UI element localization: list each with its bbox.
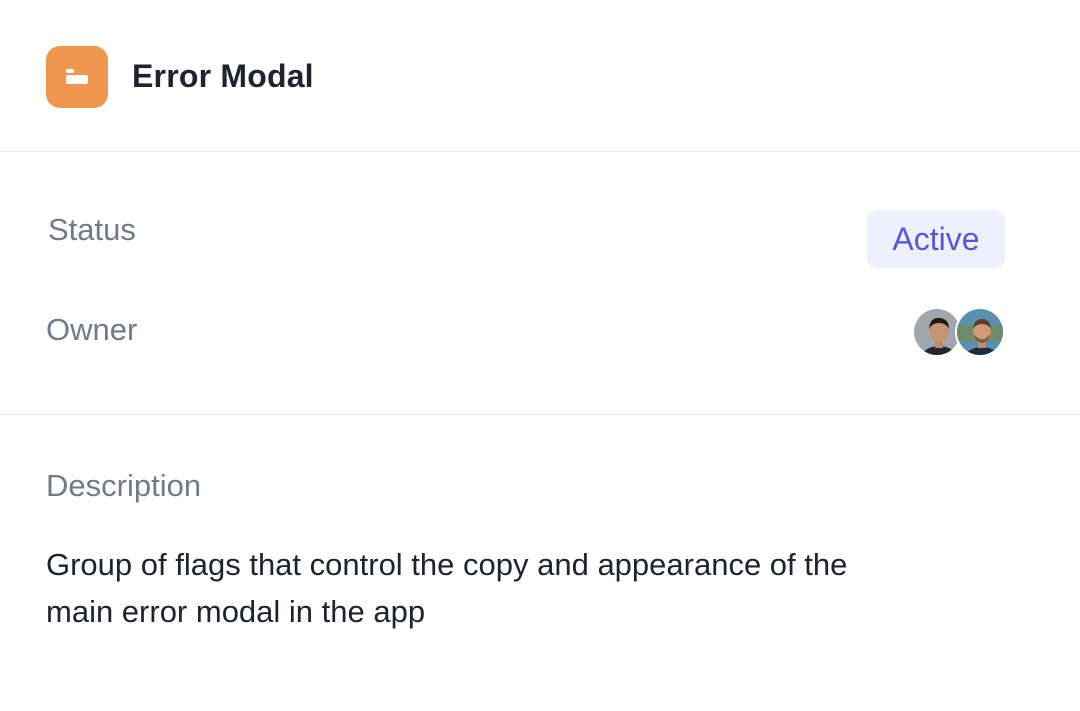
avatar[interactable] [955,307,1005,357]
meta-section: Status Active Owner [0,152,1080,415]
description-label: Description [46,468,202,503]
owner-label: Owner [46,312,138,347]
owner-avatar-group[interactable] [912,307,1006,357]
feature-flag-card: Error Modal Status Active Owner Descript… [0,0,1080,711]
status-label: Status [48,212,136,247]
card-header: Error Modal [0,0,1080,152]
description-text: Group of flags that control the copy and… [46,547,848,629]
folder-icon [46,46,108,108]
page-title: Error Modal [132,58,314,94]
status-badge[interactable]: Active [867,210,1005,268]
